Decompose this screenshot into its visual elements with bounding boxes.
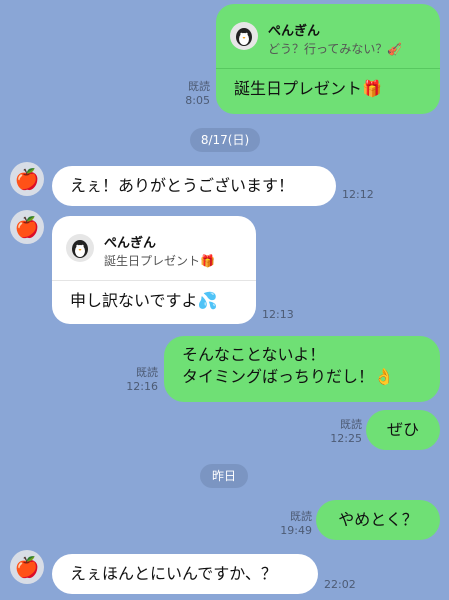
sent-message-bubble[interactable]: ぺんぎん どう？行ってみない？🎻 誕生日プレゼント🎁 (216, 4, 440, 114)
read-receipt: 既読 12:25 (322, 418, 362, 446)
read-label: 既読 (136, 366, 158, 379)
timestamp: 12:16 (126, 380, 158, 393)
quoted-reply[interactable]: ぺんぎん 誕生日プレゼント🎁 (66, 226, 246, 276)
message-text: 申し訳ないですよ💦 (70, 291, 218, 310)
quote-preview-text: どう？行ってみない？🎻 (268, 42, 403, 56)
quote-preview-text: 誕生日プレゼント🎁 (104, 254, 215, 268)
message-text: ぜひ (386, 420, 419, 439)
read-receipt: 既読 19:49 (272, 510, 312, 538)
timestamp: 22:02 (324, 578, 356, 591)
received-message-bubble[interactable]: えぇ！ありがとうございます！ (52, 166, 336, 206)
penguin-icon (66, 234, 94, 262)
quote-sender-name: ぺんぎん (104, 236, 157, 251)
quote-sender-name: ぺんぎん (268, 24, 321, 39)
received-message-bubble[interactable]: ぺんぎん 誕生日プレゼント🎁 申し訳ないですよ💦 (52, 216, 256, 324)
message-text: 誕生日プレゼント🎁 (234, 79, 382, 98)
apple-icon: 🍎 (14, 215, 40, 239)
timestamp: 19:49 (280, 524, 312, 537)
quote-divider (216, 68, 440, 69)
sender-avatar[interactable]: 🍎 (10, 550, 44, 584)
timestamp: 12:12 (342, 188, 374, 201)
read-label: 既読 (340, 418, 362, 431)
timestamp: 12:13 (262, 308, 294, 321)
read-receipt: 既読 12:16 (118, 366, 158, 394)
apple-icon: 🍎 (14, 167, 40, 191)
sent-message-bubble[interactable]: やめとく？ (316, 500, 440, 540)
read-receipt: 既読 8:05 (170, 80, 210, 108)
read-label: 既読 (188, 80, 210, 93)
message-text: えぇほんとにいんですか、？ (70, 564, 277, 583)
received-message-bubble[interactable]: えぇほんとにいんですか、？ (52, 554, 318, 594)
message-text: えぇ！ありがとうございます！ (70, 176, 295, 195)
date-separator: 8/17(日) (190, 128, 260, 152)
sent-message-bubble[interactable]: ぜひ (366, 410, 440, 450)
date-separator: 昨日 (200, 464, 248, 488)
message-text: やめとく？ (338, 510, 418, 529)
sender-avatar[interactable]: 🍎 (10, 210, 44, 244)
quote-divider (52, 280, 256, 281)
sent-message-bubble[interactable]: そんなことないよ！ タイミングばっちりだし！👌 (164, 336, 440, 402)
apple-icon: 🍎 (14, 555, 40, 579)
sender-avatar[interactable]: 🍎 (10, 162, 44, 196)
timestamp: 8:05 (185, 94, 210, 107)
read-label: 既読 (290, 510, 312, 523)
message-text-line-1: そんなことないよ！ (182, 345, 326, 364)
penguin-icon (230, 22, 258, 50)
quoted-reply[interactable]: ぺんぎん どう？行ってみない？🎻 (230, 14, 426, 66)
message-text-line-2: タイミングばっちりだし！👌 (182, 367, 394, 386)
timestamp: 12:25 (330, 432, 362, 445)
